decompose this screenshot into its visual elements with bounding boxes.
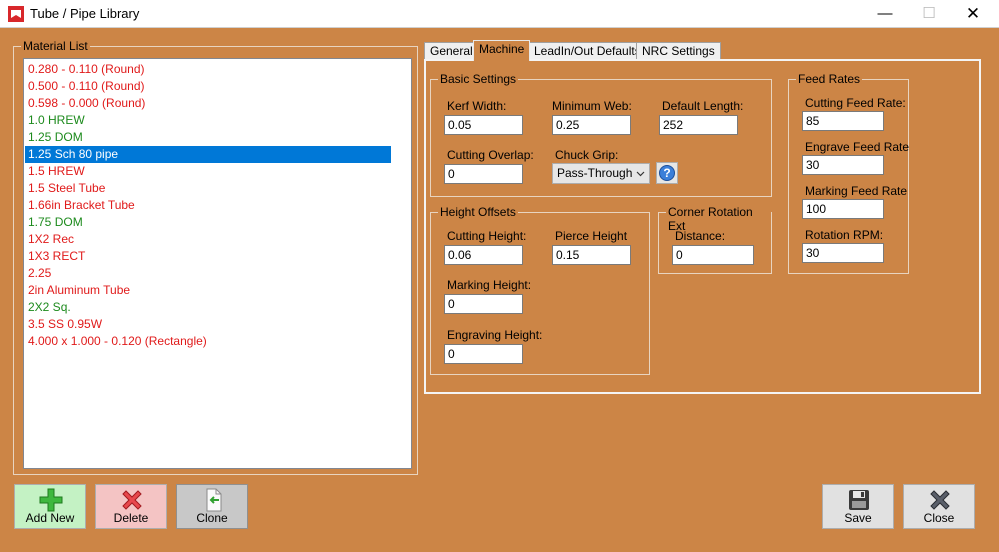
marking-feed-rate-input[interactable]: 100 [802,199,884,219]
close-window-button[interactable]: ✕ [950,0,996,28]
clone-document-icon [206,488,222,512]
pierce-height-input[interactable]: 0.15 [552,245,631,265]
close-x-icon [930,490,950,510]
rotation-rpm-label: Rotation RPM: [805,228,884,242]
title-bar: Tube / Pipe Library — ☐ ✕ [0,0,999,28]
delete-button[interactable]: Delete [95,484,167,529]
tab-nrc-settings[interactable]: NRC Settings [636,42,721,60]
kerf-width-label: Kerf Width: [447,99,507,113]
material-list-item[interactable]: 2X2 Sq. [25,299,391,316]
material-list-item[interactable]: 1.0 HREW [25,112,391,129]
close-button[interactable]: Close [903,484,975,529]
material-list-item[interactable]: 1.5 Steel Tube [25,180,391,197]
feed-rates-label: Feed Rates [796,72,863,86]
material-list-item[interactable]: 0.598 - 0.000 (Round) [25,95,391,112]
chuck-grip-label: Chuck Grip: [555,148,619,162]
engrave-feed-rate-label: Engrave Feed Rate [805,140,910,154]
height-offsets-label: Height Offsets [438,205,518,219]
material-list-item[interactable]: 1.25 Sch 80 pipe [25,146,391,163]
clone-button[interactable]: Clone [176,484,248,529]
engrave-feed-rate-input[interactable]: 30 [802,155,884,175]
clone-label: Clone [196,511,228,525]
minimum-web-label: Minimum Web: [552,99,632,113]
help-icon: ? [659,165,675,181]
floppy-disk-icon [849,490,869,510]
cutting-height-label: Cutting Height: [447,229,527,243]
window-title: Tube / Pipe Library [30,6,140,21]
pierce-height-label: Pierce Height [555,229,628,243]
minimum-web-input[interactable]: 0.25 [552,115,631,135]
material-list-item[interactable]: 2in Aluminum Tube [25,282,391,299]
delete-label: Delete [113,511,149,525]
material-list-item[interactable]: 1.66in Bracket Tube [25,197,391,214]
cutting-feed-rate-label: Cutting Feed Rate: [805,96,906,110]
distance-input[interactable]: 0 [672,245,754,265]
close-label: Close [923,511,955,525]
default-length-label: Default Length: [662,99,744,113]
tab-leadin-out-defaults[interactable]: LeadIn/Out Defaults [528,42,647,60]
save-label: Save [844,511,872,525]
material-list-item[interactable]: 1X3 RECT [25,248,391,265]
add-new-button[interactable]: Add New [14,484,86,529]
material-list-item[interactable]: 0.500 - 0.110 (Round) [25,78,391,95]
material-list-item[interactable]: 2.25 [25,265,391,282]
engraving-height-label: Engraving Height: [447,328,543,342]
material-list-item[interactable]: 1.25 DOM [25,129,391,146]
kerf-width-input[interactable]: 0.05 [444,115,523,135]
minimize-button[interactable]: — [862,0,908,28]
material-list-item[interactable]: 3.5 SS 0.95W [25,316,391,333]
material-list-label: Material List [21,39,90,53]
plus-icon [39,488,63,512]
cutting-height-input[interactable]: 0.06 [444,245,523,265]
material-list-item[interactable]: 1.75 DOM [25,214,391,231]
chuck-grip-select[interactable]: Pass-Through [552,163,650,184]
marking-height-input[interactable]: 0 [444,294,523,314]
tab-general[interactable]: General [424,42,479,60]
delete-x-icon [122,490,142,510]
maximize-button[interactable]: ☐ [906,0,952,28]
cutting-overlap-label: Cutting Overlap: [447,148,534,162]
save-button[interactable]: Save [822,484,894,529]
tab-machine[interactable]: Machine [473,40,531,61]
add-new-label: Add New [25,511,75,525]
material-list-item[interactable]: 0.280 - 0.110 (Round) [25,61,391,78]
chuck-grip-value: Pass-Through [557,166,633,180]
marking-height-label: Marking Height: [447,278,532,292]
material-listbox[interactable]: 0.280 - 0.110 (Round) 0.500 - 0.110 (Roun… [23,58,412,469]
default-length-input[interactable]: 252 [659,115,738,135]
material-list-item[interactable]: 1X2 Rec [25,231,391,248]
chevron-down-icon [636,171,645,177]
app-icon [8,6,24,22]
cutting-overlap-input[interactable]: 0 [444,164,523,184]
marking-feed-rate-label: Marking Feed Rate [805,184,908,198]
engraving-height-input[interactable]: 0 [444,344,523,364]
help-button[interactable]: ? [656,162,678,184]
rotation-rpm-input[interactable]: 30 [802,243,884,263]
basic-settings-label: Basic Settings [438,72,519,86]
material-list-item[interactable]: 4.000 x 1.000 - 0.120 (Rectangle) [25,333,391,350]
cutting-feed-rate-input[interactable]: 85 [802,111,884,131]
material-list-item[interactable]: 1.5 HREW [25,163,391,180]
distance-label: Distance: [675,229,726,243]
